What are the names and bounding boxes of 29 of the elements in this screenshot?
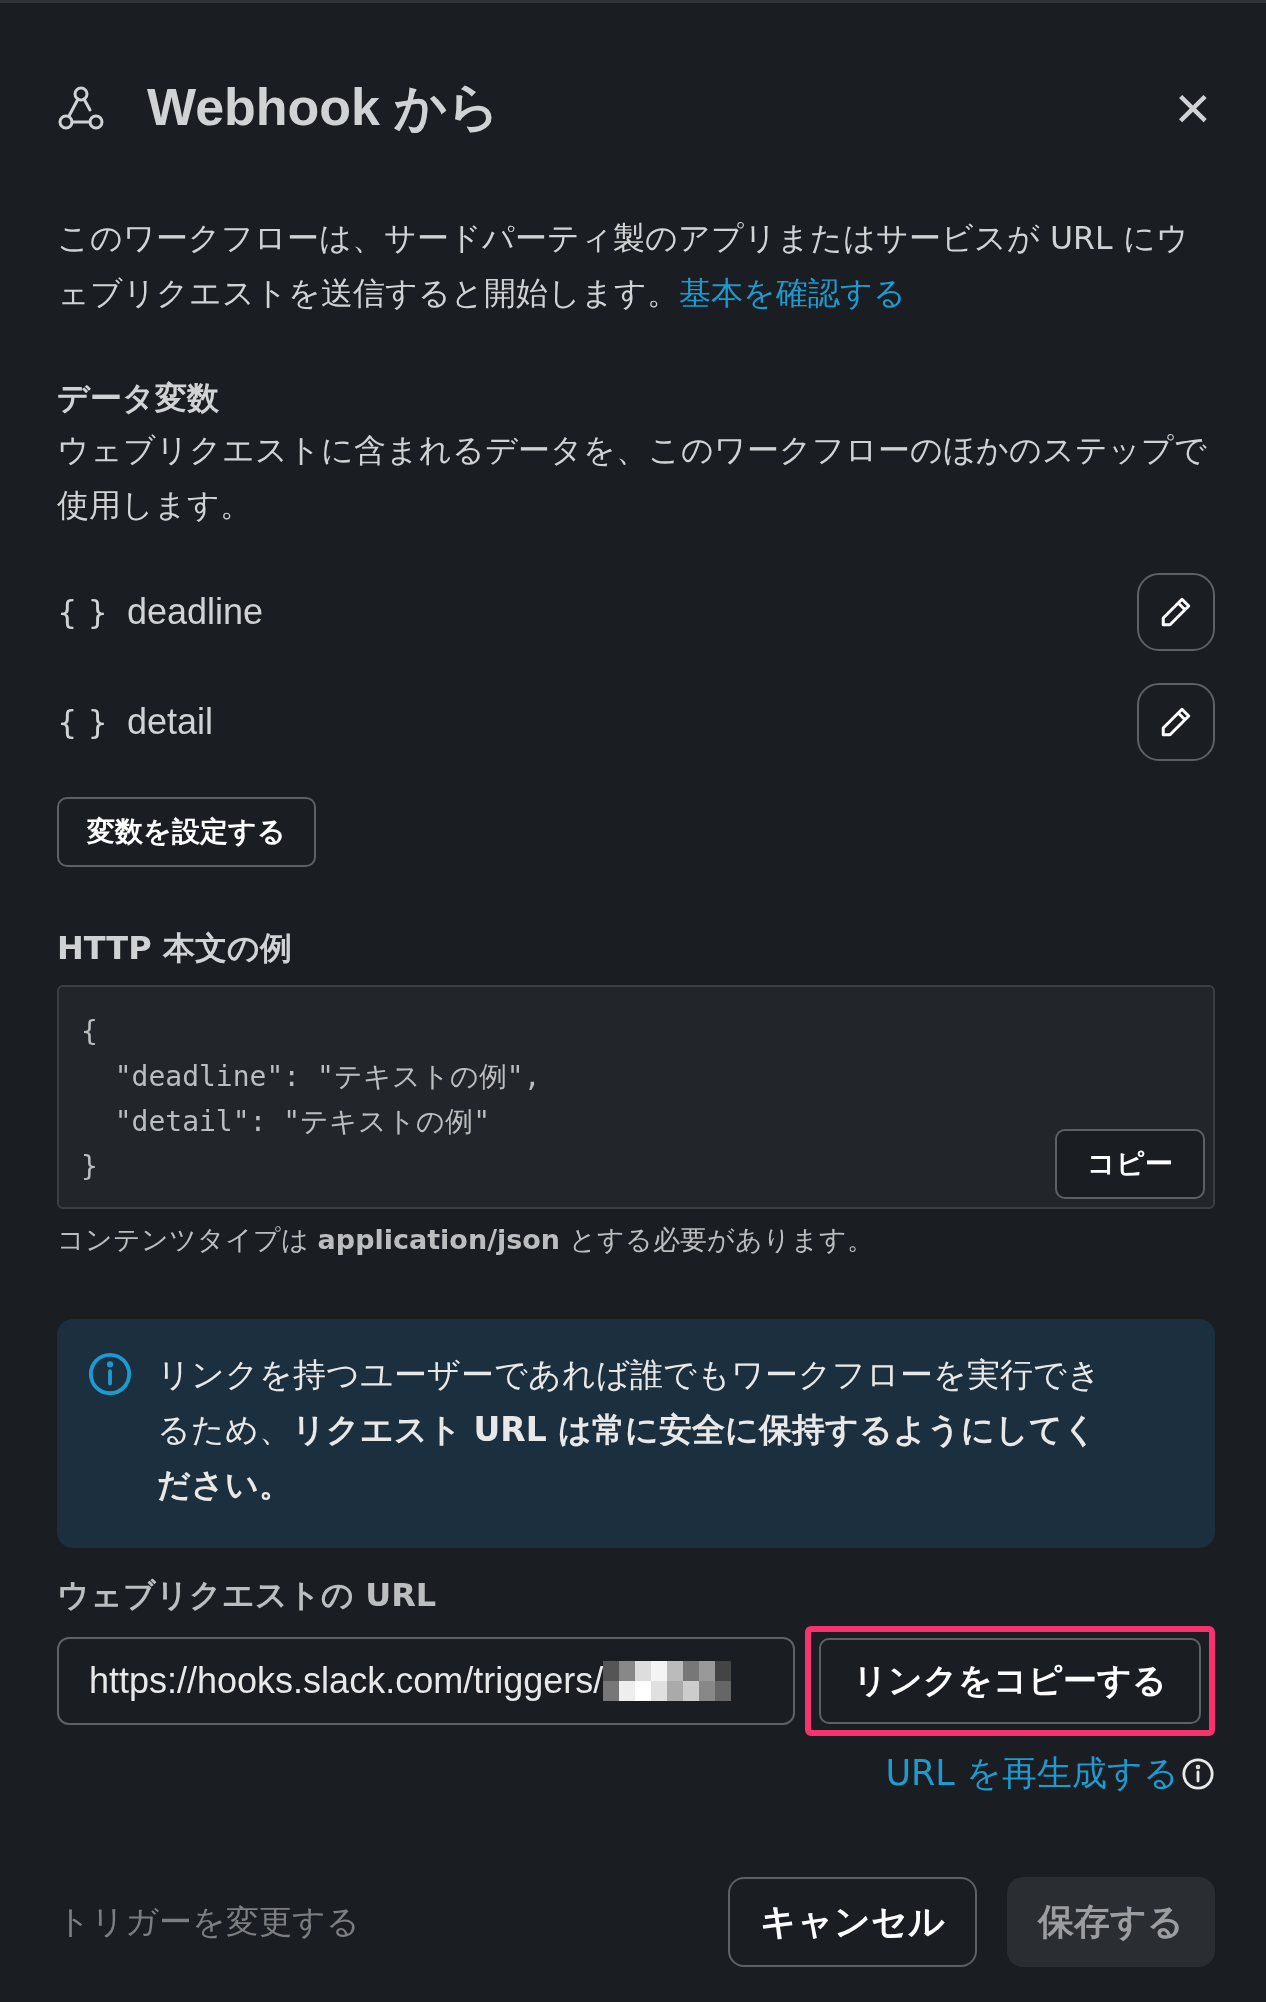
info-text: リンクを持つユーザーであれば誰でもワークフローを実行できるため、リクエスト URL は常に安全に保持するようにしてください。	[157, 1354, 1102, 1506]
description-text: このワークフローは、サードパーティ製のアプリまたはサービスが URL にウェブリクエストを送信すると開始します。基本を確認する	[57, 219, 1190, 313]
edit-button[interactable]	[1137, 573, 1215, 651]
learn-basics-link[interactable]: 基本を確認する	[679, 275, 906, 311]
close-button[interactable]: ×	[1170, 77, 1215, 139]
code-line: {	[81, 1014, 98, 1050]
copy-link-button[interactable]: リンクをコピーする	[819, 1638, 1201, 1724]
regenerate-url-link[interactable]: URL を再生成する	[885, 1750, 1179, 1797]
modal-title: Webhook から	[147, 77, 502, 138]
braces-icon: { }	[57, 593, 127, 631]
content-type-note: コンテンツタイプは application/json とする必要があります。	[57, 1223, 875, 1257]
section-title: データ変数	[57, 378, 220, 419]
info-icon	[1181, 1756, 1215, 1791]
code-line: }	[81, 1149, 98, 1185]
copy-button[interactable]: コピー	[1055, 1129, 1205, 1199]
url-field[interactable]: https://hooks.slack.com/triggers/	[57, 1637, 795, 1725]
code-line: "detail": "テキストの例"	[113, 1104, 490, 1140]
field-label: ウェブリクエストの URL	[57, 1575, 438, 1616]
section-title: HTTP 本文の例	[57, 928, 293, 969]
variable-name: detail	[127, 701, 215, 743]
cancel-button[interactable]: キャンセル	[728, 1877, 977, 1967]
braces-icon: { }	[57, 703, 127, 741]
variable-name: deadline	[127, 591, 265, 633]
webhook-icon	[57, 84, 105, 132]
set-variables-button[interactable]: 変数を設定する	[57, 797, 316, 867]
code-line: "deadline": "テキストの例",	[113, 1059, 541, 1095]
edit-button[interactable]	[1137, 683, 1215, 761]
info-icon	[87, 1351, 133, 1397]
section-description: ウェブリクエストに含まれるデータを、このワークフローのほかのステップで使用します。	[57, 431, 1208, 525]
